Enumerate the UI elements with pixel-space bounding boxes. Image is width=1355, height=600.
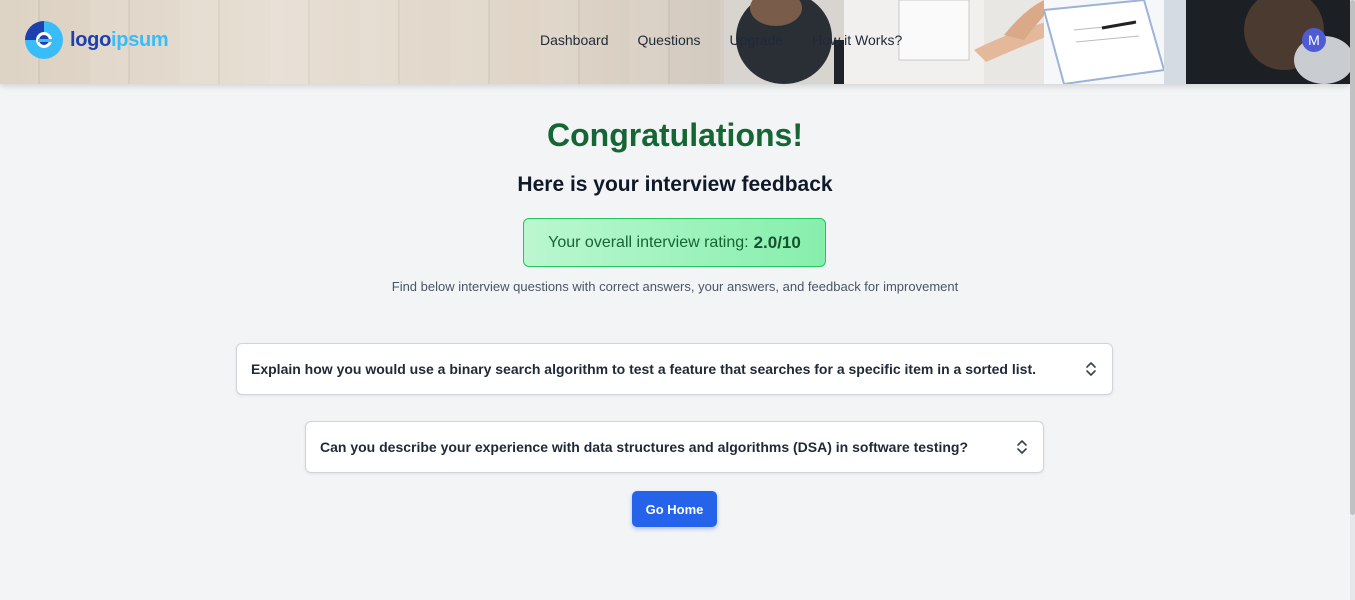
chevron-up-down-icon xyxy=(1017,440,1027,454)
chevron-up-down-icon xyxy=(1086,362,1096,376)
logo-text: logoipsum xyxy=(70,28,169,52)
logo-text-part1: logo xyxy=(70,28,112,51)
page-title: Congratulations! xyxy=(547,117,803,153)
page-subtitle: Here is your interview feedback xyxy=(517,173,833,196)
page-scrollbar[interactable] xyxy=(1350,0,1355,600)
rating-value: 2.0/10 xyxy=(753,232,801,252)
question-text: Explain how you would use a binary searc… xyxy=(251,361,1036,377)
logo-text-part2: ipsum xyxy=(111,28,169,51)
main-nav: Dashboard Questions Upgrade How it Works… xyxy=(540,32,902,48)
question-accordion-1[interactable]: Explain how you would use a binary searc… xyxy=(236,343,1113,395)
question-text: Can you describe your experience with da… xyxy=(320,439,969,455)
logo[interactable]: logoipsum xyxy=(24,20,169,60)
site-header: logoipsum Dashboard Questions Upgrade Ho… xyxy=(0,0,1350,84)
nav-dashboard[interactable]: Dashboard xyxy=(540,32,609,48)
rating-badge: Your overall interview rating: 2.0/10 xyxy=(523,218,826,267)
nav-how-it-works[interactable]: How it Works? xyxy=(812,32,902,48)
question-accordion-2[interactable]: Can you describe your experience with da… xyxy=(305,421,1044,473)
nav-questions[interactable]: Questions xyxy=(638,32,701,48)
scrollbar-thumb[interactable] xyxy=(1350,0,1355,515)
feedback-hint: Find below interview questions with corr… xyxy=(391,279,959,294)
logo-icon xyxy=(25,21,63,59)
go-home-button[interactable]: Go Home xyxy=(632,491,717,527)
user-avatar[interactable]: M xyxy=(1302,28,1326,52)
rating-label: Your overall interview rating: xyxy=(548,233,749,251)
nav-upgrade[interactable]: Upgrade xyxy=(730,32,784,48)
